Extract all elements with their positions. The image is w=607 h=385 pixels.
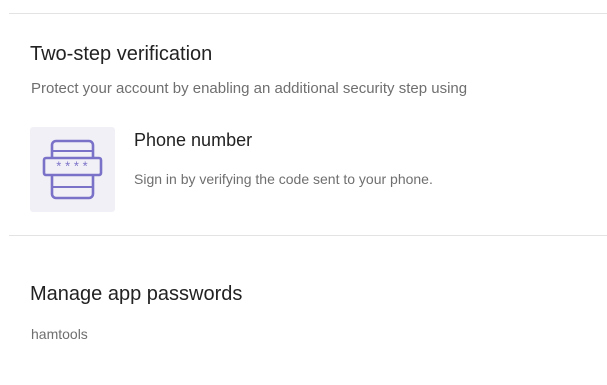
phone-number-description: Sign in by verifying the code sent to yo… [134, 171, 433, 187]
phone-code-icon: **** [30, 127, 115, 212]
manage-app-passwords-title: Manage app passwords [30, 283, 243, 305]
svg-text:****: **** [55, 160, 90, 175]
two-step-verification-description: Protect your account by enabling an addi… [31, 80, 468, 97]
phone-number-title: Phone number [134, 130, 253, 150]
section-divider [9, 235, 607, 236]
two-step-verification-title: Two-step verification [30, 43, 213, 65]
app-password-item[interactable]: hamtools [31, 326, 88, 342]
top-divider [9, 13, 607, 14]
phone-number-method[interactable]: **** Phone number Sign in by verifying t… [30, 127, 607, 213]
